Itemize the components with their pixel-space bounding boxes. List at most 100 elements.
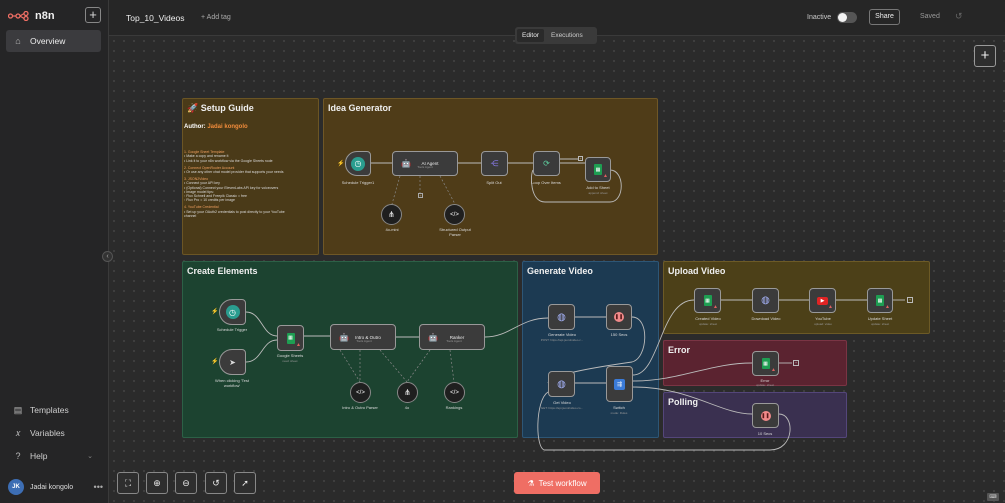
test-workflow-label: Test workflow [538,478,587,488]
trigger-bolt-icon: ⚡ [211,309,219,315]
node-label: Download Video [751,316,781,321]
group-title: 🚀 Setup Guide [187,103,254,113]
update-sheet-node[interactable]: ▦ ▲ [867,288,893,313]
ranker-node[interactable]: 🤖 Ranker [419,324,485,350]
generate-video-node[interactable]: ◍ [548,304,575,330]
keyboard-shortcuts-icon[interactable]: ⌨ [987,493,999,501]
wait-10-secs-node[interactable]: ❚❚ [752,403,779,428]
node-label: Created Video [695,316,721,321]
tab-editor[interactable]: Editor [517,29,544,42]
code-icon: </> [450,211,459,218]
intro-outro-node[interactable]: 🤖 Intro & Outro [330,324,396,350]
sidebar-item-overview[interactable]: ⌂ Overview [6,30,101,52]
zoom-out-icon: ⊖ [182,477,190,488]
sidebar-item-help[interactable]: ? Help ⌄ [6,445,101,467]
group-title: Create Elements [187,266,258,276]
robot-icon: 🤖 [428,332,438,342]
test-workflow-button[interactable]: ⚗ Test workflow [514,472,600,494]
wait-150-secs-node[interactable]: ❚❚ [606,304,632,330]
active-toggle[interactable] [837,12,857,23]
n8n-logo[interactable]: n8n [8,8,55,24]
sidebar-item-label: Templates [30,405,69,415]
guide-line: • Or use any other chat model provider t… [184,170,284,175]
rankings-node[interactable]: </> [444,382,465,403]
group-title: Polling [668,397,698,407]
node-sub: update: sheet [698,322,718,326]
tidy-up-button[interactable]: ➚ [234,472,256,494]
zoom-in-button[interactable]: ⊕ [146,472,168,494]
node-label: Structured Output Parser [439,227,471,237]
error-node[interactable]: ▦ ▲ [752,351,779,376]
loop-over-items-node[interactable]: ⟳ [533,151,560,176]
create-workflow-button[interactable]: + [85,7,101,23]
trigger-bolt-icon: ⚡ [211,359,219,365]
robot-icon: 🤖 [339,332,349,342]
split-out-node[interactable]: ⋲ [481,151,508,176]
history-icon[interactable]: ↺ [955,11,963,22]
cursor-icon: ➚ [241,477,249,488]
trigger-bolt-icon: ⚡ [337,161,345,167]
4o-mini-node[interactable]: ⋔ [381,204,402,225]
node-sub: update: sheet [870,322,890,326]
add-tool-handle[interactable]: + [418,193,423,198]
google-sheets-node[interactable]: ▦ ▲ [277,325,304,351]
warning-icon: ▲ [713,304,718,310]
sidebar-item-templates[interactable]: ▤ Templates [6,399,101,421]
guide-line: ◦ Flux Pro = 10 credits per image [184,198,235,203]
sticky-generate-video[interactable]: Generate Video [522,261,659,438]
add-node-handle[interactable]: + [907,297,913,303]
add-node-button[interactable]: + [974,45,996,67]
add-node-handle[interactable]: + [578,156,583,161]
structured-output-parser-node[interactable]: </> [444,204,465,225]
youtube-icon: ▶ [817,296,828,305]
download-video-node[interactable]: ◍ [752,288,779,313]
share-button[interactable]: Share [869,9,900,25]
node-sub: upload: video [814,322,832,326]
sidebar-item-variables[interactable]: 𝑥 Variables [6,422,101,444]
node-sub: read: sheet [282,359,298,363]
warning-icon: ▲ [296,342,301,348]
schedule-trigger-node[interactable]: ◷ [219,299,246,325]
add-tag-link[interactable]: + Add tag [201,14,231,21]
switch-node[interactable]: ⇶ [606,366,633,402]
node-label: Update Sheet [867,316,893,321]
manual-trigger-node[interactable]: ➤ [219,349,246,375]
collapse-sidebar-button[interactable]: ‹ [102,251,113,262]
globe-icon: ◍ [761,295,770,306]
group-title: Error [668,345,691,355]
view-tabs: Editor Executions [515,27,597,44]
sidebar-item-label: Help [30,451,48,461]
get-video-node[interactable]: ◍ [548,371,575,397]
clock-icon: ◷ [225,305,240,319]
avatar: JK [8,479,24,495]
node-sub: update: sheet [755,383,775,387]
node-label: 4o-mini [385,227,399,232]
node-sub: mode: Rules [610,411,628,415]
node-label: Generate Video [548,332,576,337]
4o-node[interactable]: ⋔ [397,382,418,403]
n8n-logo-icon [8,11,29,21]
youtube-node[interactable]: ▶ ▲ [809,288,836,313]
code-icon: </> [450,389,459,396]
google-sheets-icon: ▦ [286,332,295,344]
home-icon: ⌂ [15,36,21,46]
created-video-node[interactable]: ▦ ▲ [694,288,721,313]
node-label: Intro & Outro Parser [342,405,378,410]
user-menu[interactable]: JK Jadai kongolo ••• [8,478,103,496]
zoom-out-button[interactable]: ⊖ [175,472,197,494]
tab-executions[interactable]: Executions [546,29,588,42]
intro-outro-parser-node[interactable]: </> [350,382,371,403]
fit-view-button[interactable]: ⛶ [117,472,139,494]
workflow-name[interactable]: Top_10_Videos [126,13,184,23]
warning-icon: ▲ [885,304,890,310]
zoom-in-icon: ⊕ [153,477,161,488]
schedule-trigger1-node[interactable]: ◷ [345,151,371,176]
more-options-icon[interactable]: ••• [94,482,103,492]
add-to-sheet-node[interactable]: ▦ ▲ [585,157,611,182]
add-node-handle[interactable]: + [793,360,799,366]
openrouter-icon: ⋔ [388,210,395,219]
ai-agent-node[interactable]: 🤖 AI Agent [392,151,458,176]
node-sub: Tools Agent [417,165,433,169]
reset-zoom-button[interactable]: ↺ [205,472,227,494]
code-icon: </> [356,389,365,396]
